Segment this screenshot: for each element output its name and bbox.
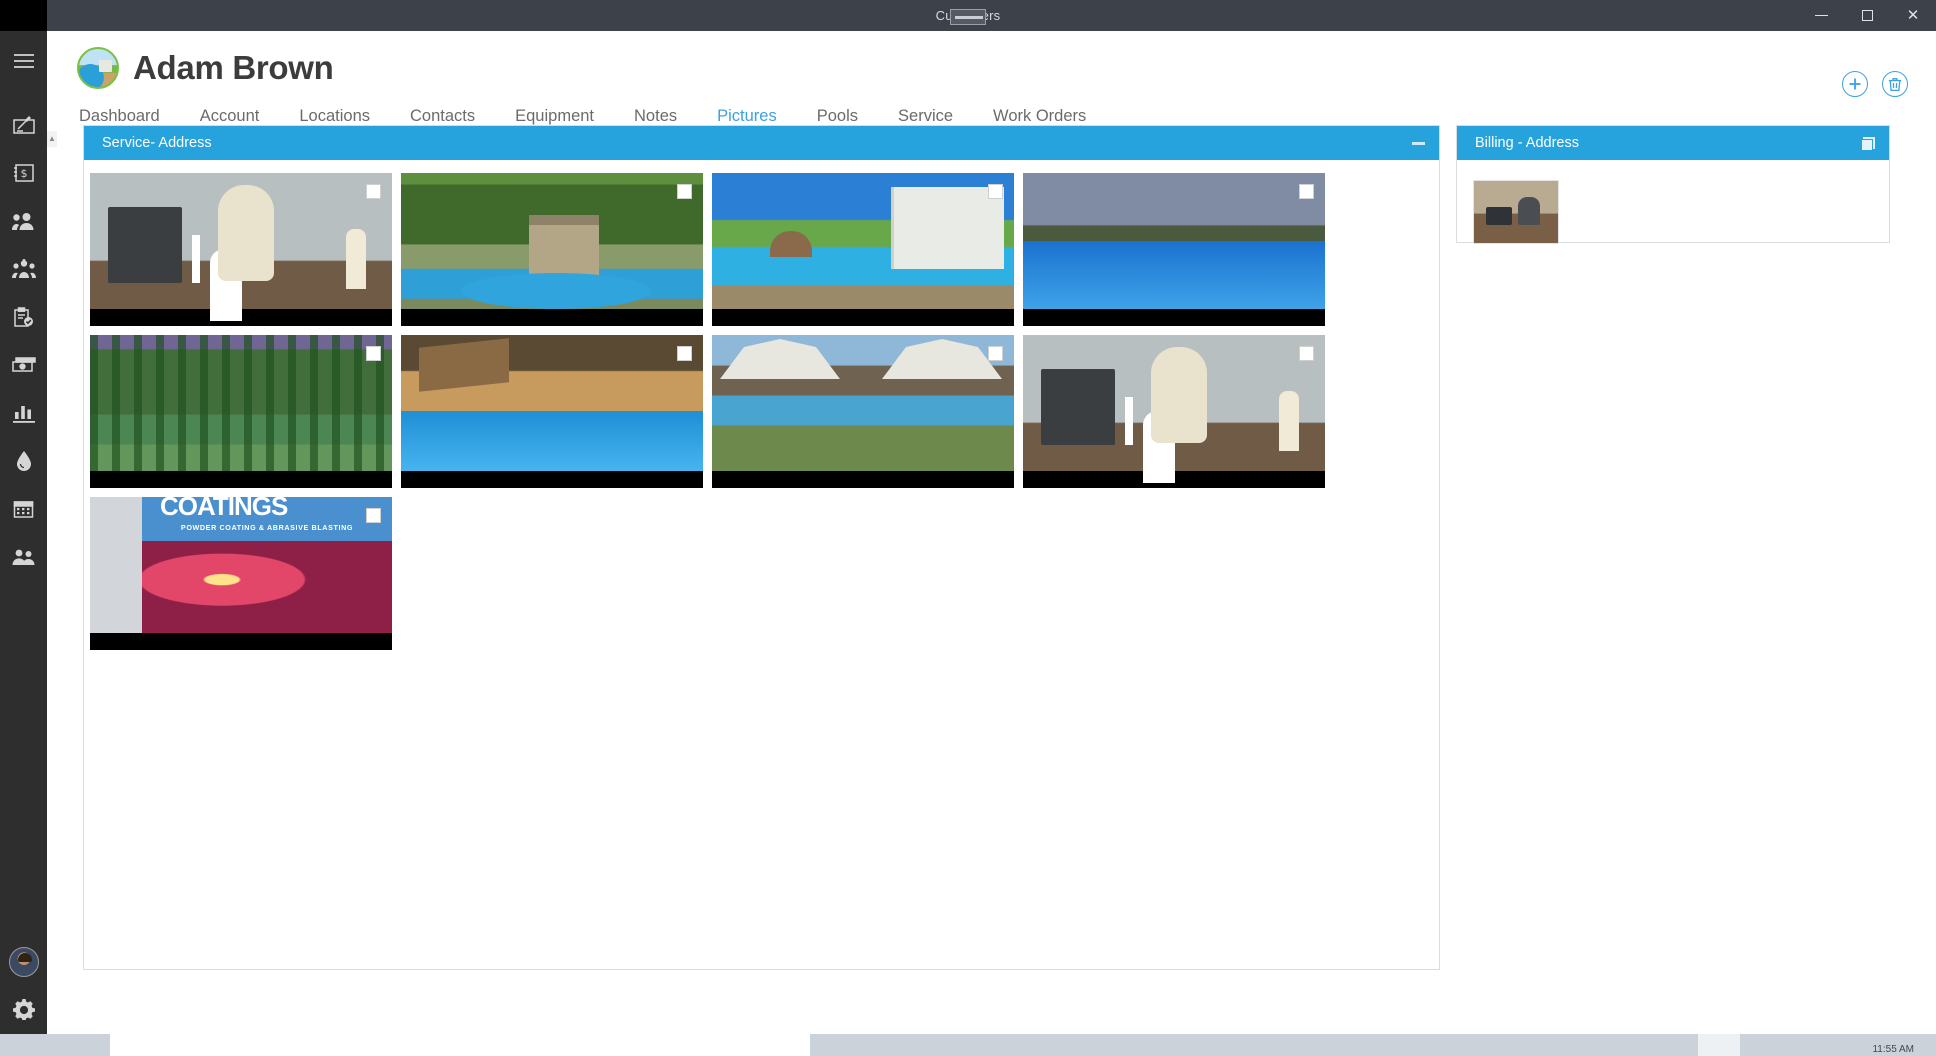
picture-select-checkbox[interactable]	[1299, 346, 1314, 361]
picture-thumbnail[interactable]	[712, 173, 1014, 326]
panels-area: Service- Address COATINGS POWDER COATING…	[47, 125, 1936, 970]
sidebar-account-button[interactable]	[0, 938, 47, 986]
restore-icon	[1862, 136, 1875, 150]
add-button[interactable]	[1842, 71, 1868, 97]
os-taskbar: 11:55 AM	[0, 1034, 1936, 1056]
sidebar-item-estimates[interactable]	[0, 101, 47, 149]
picture-image	[90, 173, 392, 309]
billing-address-panel: Billing - Address	[1456, 125, 1890, 244]
plus-icon	[1848, 77, 1862, 91]
gear-icon	[12, 998, 36, 1022]
application-window: Customers ✕	[0, 0, 1936, 1056]
billing-panel-title: Billing - Address	[1475, 135, 1579, 151]
picture-thumbnail[interactable]	[712, 335, 1014, 488]
bar-chart-icon	[12, 403, 35, 423]
people-group-icon	[11, 259, 36, 279]
sidebar-item-schedule[interactable]	[0, 485, 47, 533]
delete-button[interactable]	[1882, 71, 1908, 97]
main-sidebar: $	[0, 31, 47, 1056]
sidebar-item-invoices[interactable]: $	[0, 149, 47, 197]
sidebar-item-payments[interactable]	[0, 341, 47, 389]
picture-thumbnail[interactable]	[90, 173, 392, 326]
svg-text:$: $	[20, 167, 27, 180]
taskbar-window-segment[interactable]	[110, 1034, 810, 1056]
picture-thumbnail[interactable]	[1023, 335, 1325, 488]
banner-logo-text: COATINGS	[160, 497, 288, 521]
picture-image	[712, 335, 1014, 471]
window-titlebar: Customers ✕	[0, 0, 1936, 31]
user-avatar	[8, 947, 39, 977]
picture-select-checkbox[interactable]	[677, 346, 692, 361]
picture-select-checkbox[interactable]	[988, 346, 1003, 361]
minimize-icon	[1814, 14, 1828, 17]
picture-select-checkbox[interactable]	[677, 184, 692, 199]
calendar-icon	[13, 499, 34, 519]
window-title: Customers	[936, 8, 1001, 25]
picture-thumbnail[interactable]: COATINGS POWDER COATING & ABRASIVE BLAST…	[90, 497, 392, 650]
minimize-button[interactable]	[1798, 0, 1844, 31]
restore-icon	[1861, 10, 1873, 21]
picture-thumbnail[interactable]	[90, 335, 392, 488]
taskbar-clock[interactable]: 11:55 AM	[1872, 1044, 1914, 1055]
sidebar-item-leads[interactable]	[0, 197, 47, 245]
picture-thumbnail[interactable]	[401, 173, 703, 326]
pool-company-logo-icon	[77, 47, 119, 89]
user-search-icon	[12, 211, 35, 231]
collapse-icon	[1412, 141, 1425, 145]
signature-pad-icon	[12, 115, 35, 135]
service-address-panel: Service- Address COATINGS POWDER COATING…	[83, 125, 1440, 970]
billing-panel-restore-button[interactable]	[1862, 136, 1875, 150]
page-title: Adam Brown	[133, 49, 334, 86]
customer-header: Adam Brown Dashboard Account Locations C…	[47, 31, 1936, 135]
hamburger-menu-button[interactable]	[0, 37, 47, 85]
hamburger-menu-icon	[13, 53, 35, 69]
picture-image	[1023, 335, 1325, 471]
picture-thumbnail[interactable]	[1023, 173, 1325, 326]
sidebar-item-reports[interactable]	[0, 389, 47, 437]
picture-image	[401, 335, 703, 471]
clipboard-check-icon	[13, 306, 34, 328]
titlebar-left-filler	[0, 0, 47, 31]
trash-icon	[1888, 77, 1902, 92]
taskbar-empty-segment	[810, 1034, 1698, 1056]
picture-select-checkbox[interactable]	[988, 184, 1003, 199]
window-controls: ✕	[1798, 0, 1936, 31]
two-users-icon	[12, 548, 36, 566]
sidebar-item-customers[interactable]	[0, 245, 47, 293]
picture-select-checkbox[interactable]	[366, 184, 381, 199]
picture-image	[90, 335, 392, 471]
close-icon: ✕	[1906, 7, 1920, 24]
picture-thumbnail[interactable]	[401, 335, 703, 488]
close-button[interactable]: ✕	[1890, 0, 1936, 31]
taskbar-tray-divider[interactable]	[1698, 1034, 1740, 1056]
picture-thumbnail[interactable]	[1473, 180, 1559, 244]
picture-image	[712, 173, 1014, 309]
sidebar-item-employees[interactable]	[0, 533, 47, 581]
customer-title-row: Adam Brown	[77, 47, 1936, 89]
title-redaction-overlay	[949, 9, 986, 25]
invoice-dollar-icon: $	[13, 163, 35, 183]
picture-select-checkbox[interactable]	[1299, 184, 1314, 199]
service-panel-collapse-button[interactable]	[1412, 141, 1425, 145]
sidebar-item-chemicals[interactable]	[0, 437, 47, 485]
banner-tagline: POWDER COATING & ABRASIVE BLASTING	[180, 523, 354, 532]
service-panel-title: Service- Address	[102, 135, 212, 151]
sidebar-item-work-orders[interactable]	[0, 293, 47, 341]
header-action-buttons	[1842, 71, 1908, 97]
service-picture-grid: COATINGS POWDER COATING & ABRASIVE BLAST…	[84, 168, 1439, 656]
picture-image	[1023, 173, 1325, 309]
service-panel-header: Service- Address	[84, 126, 1439, 160]
picture-select-checkbox[interactable]	[366, 346, 381, 361]
picture-image: COATINGS POWDER COATING & ABRASIVE BLAST…	[90, 497, 392, 633]
banner-photo-area	[142, 541, 392, 633]
picture-select-checkbox[interactable]	[366, 508, 381, 523]
service-panel-body: COATINGS POWDER COATING & ABRASIVE BLAST…	[84, 160, 1439, 656]
water-drop-icon	[15, 450, 33, 472]
cash-icon	[11, 357, 36, 373]
billing-panel-header: Billing - Address	[1457, 126, 1889, 160]
main-content: ▲ Adam Brown Dashboard Account Locations…	[47, 31, 1936, 1056]
restore-button[interactable]	[1844, 0, 1890, 31]
picture-image	[401, 173, 703, 309]
billing-panel-body	[1457, 160, 1889, 244]
